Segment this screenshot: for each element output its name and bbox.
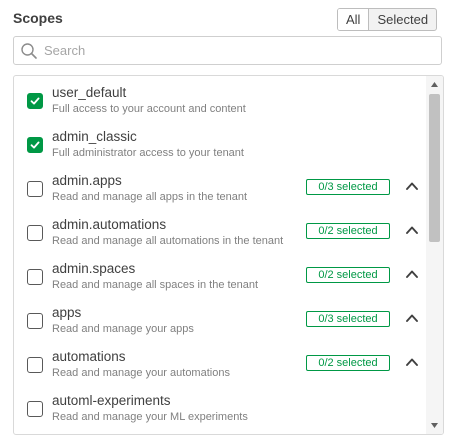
chevron-up-icon[interactable] xyxy=(405,267,419,281)
scope-description: Read and manage all automations in the t… xyxy=(52,235,284,247)
search-box xyxy=(13,36,442,65)
chevron-up-icon[interactable] xyxy=(405,179,419,193)
search-input[interactable] xyxy=(44,39,434,62)
scope-name: apps xyxy=(52,305,82,320)
selected-count-badge: 0/3 selected xyxy=(306,179,390,195)
scope-checkbox[interactable] xyxy=(27,181,43,197)
checkmark-icon xyxy=(30,141,40,149)
scroll-down-arrow-icon[interactable] xyxy=(430,422,439,429)
scope-description: Read and manage your automations xyxy=(52,367,230,379)
scope-description: Full administrator access to your tenant xyxy=(52,147,244,159)
scopes-title: Scopes xyxy=(13,10,63,26)
scope-description: Read and manage all spaces in the tenant xyxy=(52,279,259,291)
scope-description: Read and manage your apps xyxy=(52,323,194,335)
scope-checkbox[interactable] xyxy=(27,225,43,241)
selected-count-badge: 0/2 selected xyxy=(306,355,390,371)
selected-count-badge: 0/2 selected xyxy=(306,267,390,283)
scope-description: Read and manage all apps in the tenant xyxy=(52,191,248,203)
scope-checkbox[interactable] xyxy=(27,269,43,285)
scope-name: admin.spaces xyxy=(52,261,136,276)
scope-row[interactable]: admin.apps Read and manage all apps in th… xyxy=(14,167,424,211)
scope-name: user_default xyxy=(52,85,127,100)
scope-row[interactable]: apps Read and manage your apps 0/3 selecte… xyxy=(14,299,424,343)
scope-row[interactable]: user_default Full access to your account … xyxy=(14,79,424,123)
scope-row[interactable]: admin.spaces Read and manage all spaces i… xyxy=(14,255,424,299)
scope-checkbox[interactable] xyxy=(27,357,43,373)
scope-checkbox[interactable] xyxy=(27,137,43,153)
scope-name: admin.automations xyxy=(52,217,167,232)
toggle-all-button[interactable]: All xyxy=(338,9,370,30)
scope-checkbox[interactable] xyxy=(27,313,43,329)
scope-checkbox[interactable] xyxy=(27,401,43,417)
toggle-selected-button[interactable]: Selected xyxy=(369,9,436,30)
checkmark-icon xyxy=(30,97,40,105)
scroll-up-arrow-icon[interactable] xyxy=(430,81,439,88)
scrollbar[interactable] xyxy=(426,76,443,434)
scope-row[interactable]: automations Read and manage your automati… xyxy=(14,343,424,387)
scope-description: Full access to your account and content xyxy=(52,103,246,115)
selected-count-badge: 0/3 selected xyxy=(306,311,390,327)
chevron-up-icon[interactable] xyxy=(405,311,419,325)
scope-checkbox[interactable] xyxy=(27,93,43,109)
scope-description: Read and manage your ML experiments xyxy=(52,411,248,423)
scope-row[interactable]: admin_classic Full administrator access t… xyxy=(14,123,424,167)
scope-row[interactable]: automl-experiments Read and manage your M… xyxy=(14,387,424,431)
chevron-up-icon[interactable] xyxy=(405,355,419,369)
scope-name: admin_classic xyxy=(52,129,137,144)
scroll-thumb[interactable] xyxy=(429,94,440,242)
scope-filter-toggle: All Selected xyxy=(337,8,438,31)
scope-list: user_default Full access to your account … xyxy=(13,75,444,435)
scope-row[interactable]: admin.automations Read and manage all aut… xyxy=(14,211,424,255)
chevron-up-icon[interactable] xyxy=(405,223,419,237)
scope-name: automl-experiments xyxy=(52,393,171,408)
scope-name: automations xyxy=(52,349,126,364)
selected-count-badge: 0/2 selected xyxy=(306,223,390,239)
search-icon xyxy=(21,43,37,59)
scope-name: admin.apps xyxy=(52,173,122,188)
